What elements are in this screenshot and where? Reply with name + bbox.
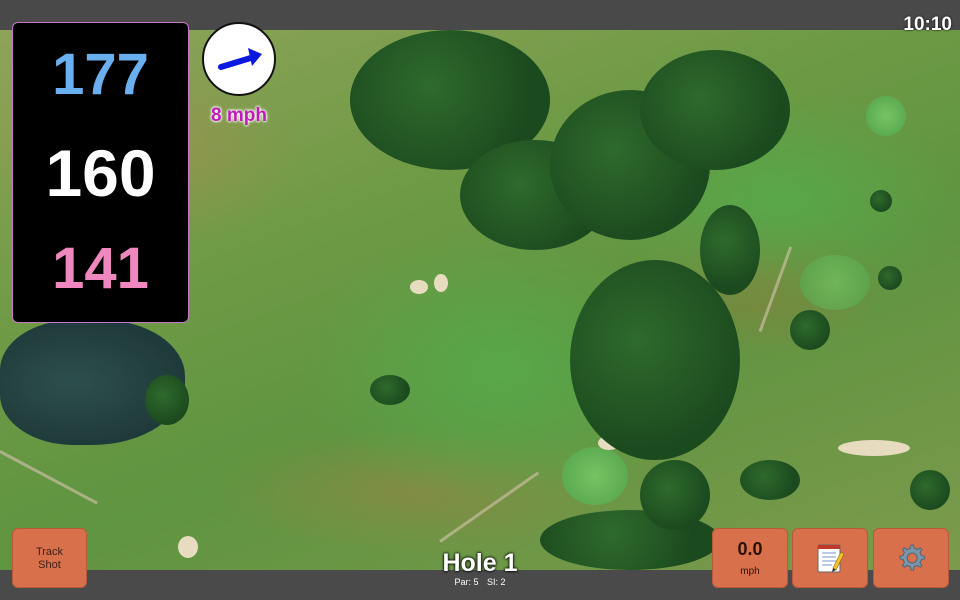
track-shot-button[interactable]: Track Shot bbox=[12, 528, 87, 588]
distance-panel: 177 160 141 bbox=[12, 22, 189, 323]
scorecard-notes-button[interactable] bbox=[792, 528, 868, 588]
hole-title: Hole 1 bbox=[442, 549, 518, 577]
bunker bbox=[410, 280, 428, 294]
hole-stroke-index: SI: 2 bbox=[487, 577, 506, 587]
green bbox=[562, 447, 628, 505]
bunker bbox=[434, 274, 448, 292]
front-distance: 141 bbox=[52, 236, 149, 301]
bunker bbox=[838, 440, 910, 456]
hole-par: Par: 5 bbox=[454, 577, 479, 587]
bunker bbox=[178, 536, 198, 558]
middle-distance: 160 bbox=[45, 136, 156, 210]
wind-speed-button[interactable]: 0.0 mph bbox=[712, 528, 788, 588]
wind-speed-label: 8 mph bbox=[211, 105, 267, 126]
hole-meta: Par: 5 SI: 2 bbox=[400, 577, 560, 587]
green bbox=[866, 96, 906, 136]
back-distance: 177 bbox=[52, 42, 149, 107]
wind-arrow-icon bbox=[218, 48, 262, 70]
wind-speed-value: 0.0 bbox=[737, 539, 763, 559]
track-shot-label-line2: Shot bbox=[38, 559, 61, 571]
gear-icon bbox=[899, 544, 926, 571]
notepad-icon bbox=[817, 544, 845, 573]
wind-indicator[interactable] bbox=[202, 22, 276, 96]
settings-button[interactable] bbox=[873, 528, 949, 588]
track-shot-label-line1: Track bbox=[35, 546, 64, 558]
wind-speed-unit: mph bbox=[740, 566, 760, 577]
clock: 10:10 bbox=[903, 14, 952, 35]
